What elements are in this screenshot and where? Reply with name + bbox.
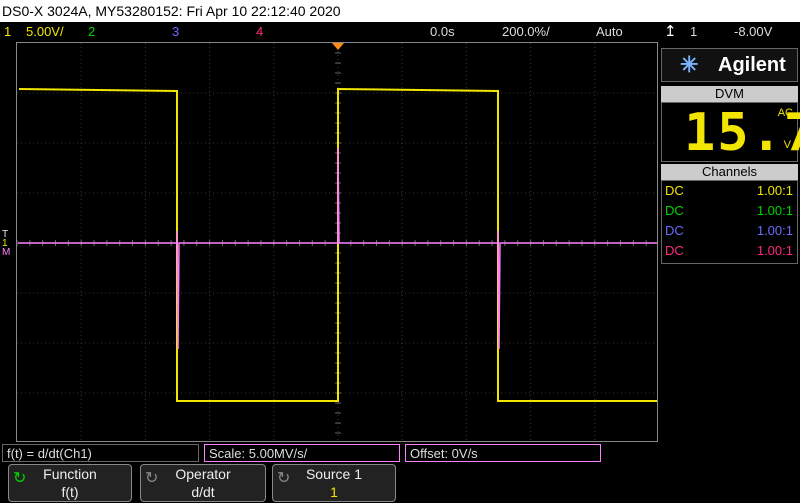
math-marker-label: M	[2, 247, 11, 258]
channel-row-2[interactable]: DC 1.00:1	[662, 201, 797, 221]
channels-list: DC 1.00:1 DC 1.00:1 DC 1.00:1 DC 1.00:1	[661, 180, 798, 264]
waveform-svg	[17, 43, 657, 441]
function-offset[interactable]: Offset: 0V/s	[405, 444, 601, 462]
dvm-readout: 15.7 AC V	[661, 102, 800, 162]
dvm-unit: V	[783, 139, 791, 151]
trigger-edge-icon: ↥	[664, 23, 677, 40]
softkey-function[interactable]: ↻ Function f(t)	[8, 464, 132, 502]
dvm-header: DVM	[661, 86, 798, 102]
softkey-bar: ↻ Function f(t) ↻ Operator d/dt ↻ Source…	[0, 463, 800, 503]
ch1-number[interactable]: 1	[4, 22, 11, 42]
softkey-value: 1	[330, 484, 338, 500]
softkey-title: Operator	[175, 466, 231, 482]
function-expression[interactable]: f(t) = d/dt(Ch1)	[2, 444, 199, 462]
channel-row-3[interactable]: DC 1.00:1	[662, 221, 797, 241]
channel-coupling: DC	[665, 223, 684, 238]
function-scale[interactable]: Scale: 5.00MV/s/	[204, 444, 400, 462]
right-panel: ✳ Agilent DVM 15.7 AC V Channels DC 1.00…	[659, 42, 800, 442]
ch1-scale[interactable]: 5.00V/	[26, 22, 64, 42]
channels-header: Channels	[661, 164, 798, 180]
trigger-position-marker[interactable]	[332, 43, 344, 50]
ch2-number[interactable]: 2	[88, 22, 95, 42]
trigger-level[interactable]: -8.00V	[734, 22, 772, 42]
softkey-operator[interactable]: ↻ Operator d/dt	[140, 464, 266, 502]
ch4-number[interactable]: 4	[256, 22, 263, 42]
channel-probe: 1.00:1	[756, 243, 793, 258]
softkey-title: Source 1	[305, 466, 363, 482]
brand-name: Agilent	[718, 54, 786, 76]
trigger-mode[interactable]: Auto	[596, 22, 623, 42]
softkey-title: Function	[43, 466, 97, 482]
ch1-trace	[18, 87, 657, 402]
waveform-display[interactable]	[16, 42, 658, 442]
softkey-value: f(t)	[61, 484, 79, 500]
ch3-number[interactable]: 3	[172, 22, 179, 42]
status-bar: 1 5.00V/ 2 3 4 0.0s 200.0%/ Auto ↥ 1 -8.…	[0, 22, 800, 42]
title-bar: DS0-X 3024A, MY53280152: Fri Apr 10 22:1…	[0, 0, 800, 22]
channel-coupling: DC	[665, 203, 684, 218]
channel-coupling: DC	[665, 243, 684, 258]
channel-probe: 1.00:1	[756, 203, 793, 218]
brand-logo: ✳ Agilent	[661, 48, 798, 82]
agilent-spark-icon: ✳	[680, 52, 699, 77]
softkey-source1[interactable]: ↻ Source 1 1	[272, 464, 396, 502]
ground-marker-label[interactable]: T 1 M	[2, 230, 16, 258]
dvm-mode: AC	[777, 107, 793, 119]
channel-probe: 1.00:1	[756, 223, 793, 238]
trigger-source[interactable]: 1	[690, 22, 697, 42]
time-scale[interactable]: 200.0%/	[502, 22, 550, 42]
channel-row-1[interactable]: DC 1.00:1	[662, 181, 797, 201]
function-bar: f(t) = d/dt(Ch1) Scale: 5.00MV/s/ Offset…	[0, 443, 800, 463]
channel-row-4[interactable]: DC 1.00:1	[662, 241, 797, 261]
channel-probe: 1.00:1	[756, 183, 793, 198]
time-offset[interactable]: 0.0s	[430, 22, 455, 42]
channel-coupling: DC	[665, 183, 684, 198]
softkey-value: d/dt	[191, 484, 215, 500]
